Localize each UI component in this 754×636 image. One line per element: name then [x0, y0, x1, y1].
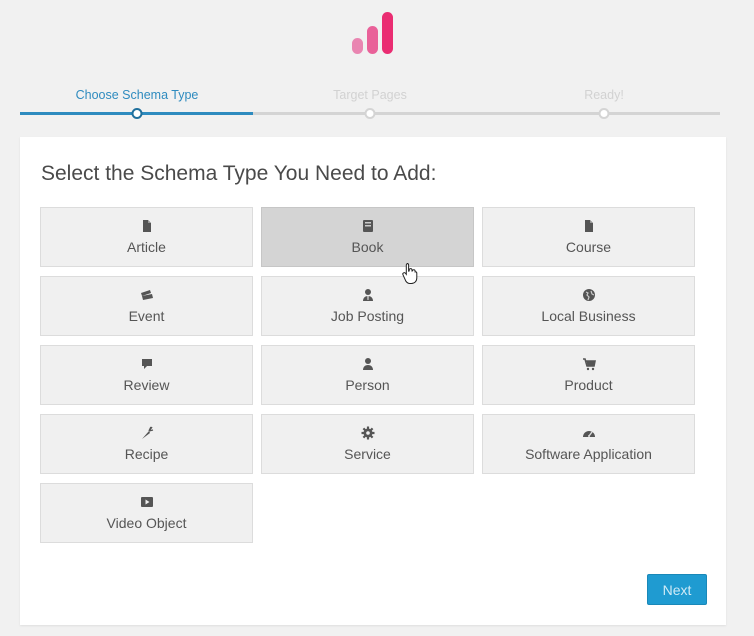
schema-option-review[interactable]: Review	[40, 345, 253, 405]
gauge-icon	[582, 426, 596, 440]
schema-option-label: Job Posting	[330, 308, 405, 324]
schema-option-event[interactable]: Event	[40, 276, 253, 336]
schema-option-label: Video Object	[106, 515, 187, 531]
globe-icon	[582, 288, 596, 302]
tickets-icon	[140, 288, 154, 302]
schema-type-panel: Select the Schema Type You Need to Add: …	[20, 137, 726, 625]
logo-bar-tall	[382, 12, 393, 54]
schema-option-label: Software Application	[525, 446, 652, 462]
logo-bar-medium	[367, 26, 378, 54]
gear-icon	[361, 426, 375, 440]
schema-option-label: Service	[344, 446, 391, 462]
cart-icon	[582, 357, 596, 371]
document-icon	[140, 219, 154, 233]
step-dot-3	[598, 108, 610, 119]
schema-option-software-application[interactable]: Software Application	[482, 414, 695, 474]
logo-bar-short	[352, 38, 363, 54]
hand-cursor-icon	[402, 263, 418, 284]
person-icon	[361, 357, 375, 371]
schema-option-person[interactable]: Person	[261, 345, 474, 405]
schema-option-service[interactable]: Service	[261, 414, 474, 474]
schema-option-label: Event	[128, 308, 165, 324]
step-dot-1	[131, 108, 143, 119]
next-button[interactable]: Next	[647, 574, 707, 605]
schema-option-label: Person	[345, 377, 390, 393]
schema-option-video-object[interactable]: Video Object	[40, 483, 253, 543]
schema-option-job-posting[interactable]: Job Posting	[261, 276, 474, 336]
wizard-progress: Choose Schema Type Target Pages Ready!	[20, 86, 720, 122]
schema-option-course[interactable]: Course	[482, 207, 695, 267]
schema-option-recipe[interactable]: Recipe	[40, 414, 253, 474]
schema-option-label: Product	[564, 377, 613, 393]
schema-option-label: Review	[123, 377, 170, 393]
step-target-pages: Target Pages	[333, 88, 407, 102]
carrot-icon	[140, 426, 154, 440]
comment-icon	[140, 357, 154, 371]
step-choose-schema-type: Choose Schema Type	[75, 88, 199, 102]
schema-option-label: Recipe	[124, 446, 169, 462]
user-tie-icon	[361, 288, 375, 302]
schema-option-label: Local Business	[541, 308, 636, 324]
schema-option-product[interactable]: Product	[482, 345, 695, 405]
step-dot-2	[364, 108, 376, 119]
step-ready: Ready!	[584, 88, 624, 102]
schema-option-local-business[interactable]: Local Business	[482, 276, 695, 336]
page-title: Select the Schema Type You Need to Add:	[41, 162, 437, 185]
video-play-icon	[140, 495, 154, 509]
schema-option-label: Course	[565, 239, 612, 255]
schema-option-article[interactable]: Article	[40, 207, 253, 267]
schema-option-label: Article	[127, 239, 166, 255]
book-icon	[361, 219, 375, 233]
schema-option-label: Book	[351, 239, 384, 255]
app-logo	[352, 10, 396, 54]
schema-option-book[interactable]: Book	[261, 207, 474, 267]
document-icon	[582, 219, 596, 233]
